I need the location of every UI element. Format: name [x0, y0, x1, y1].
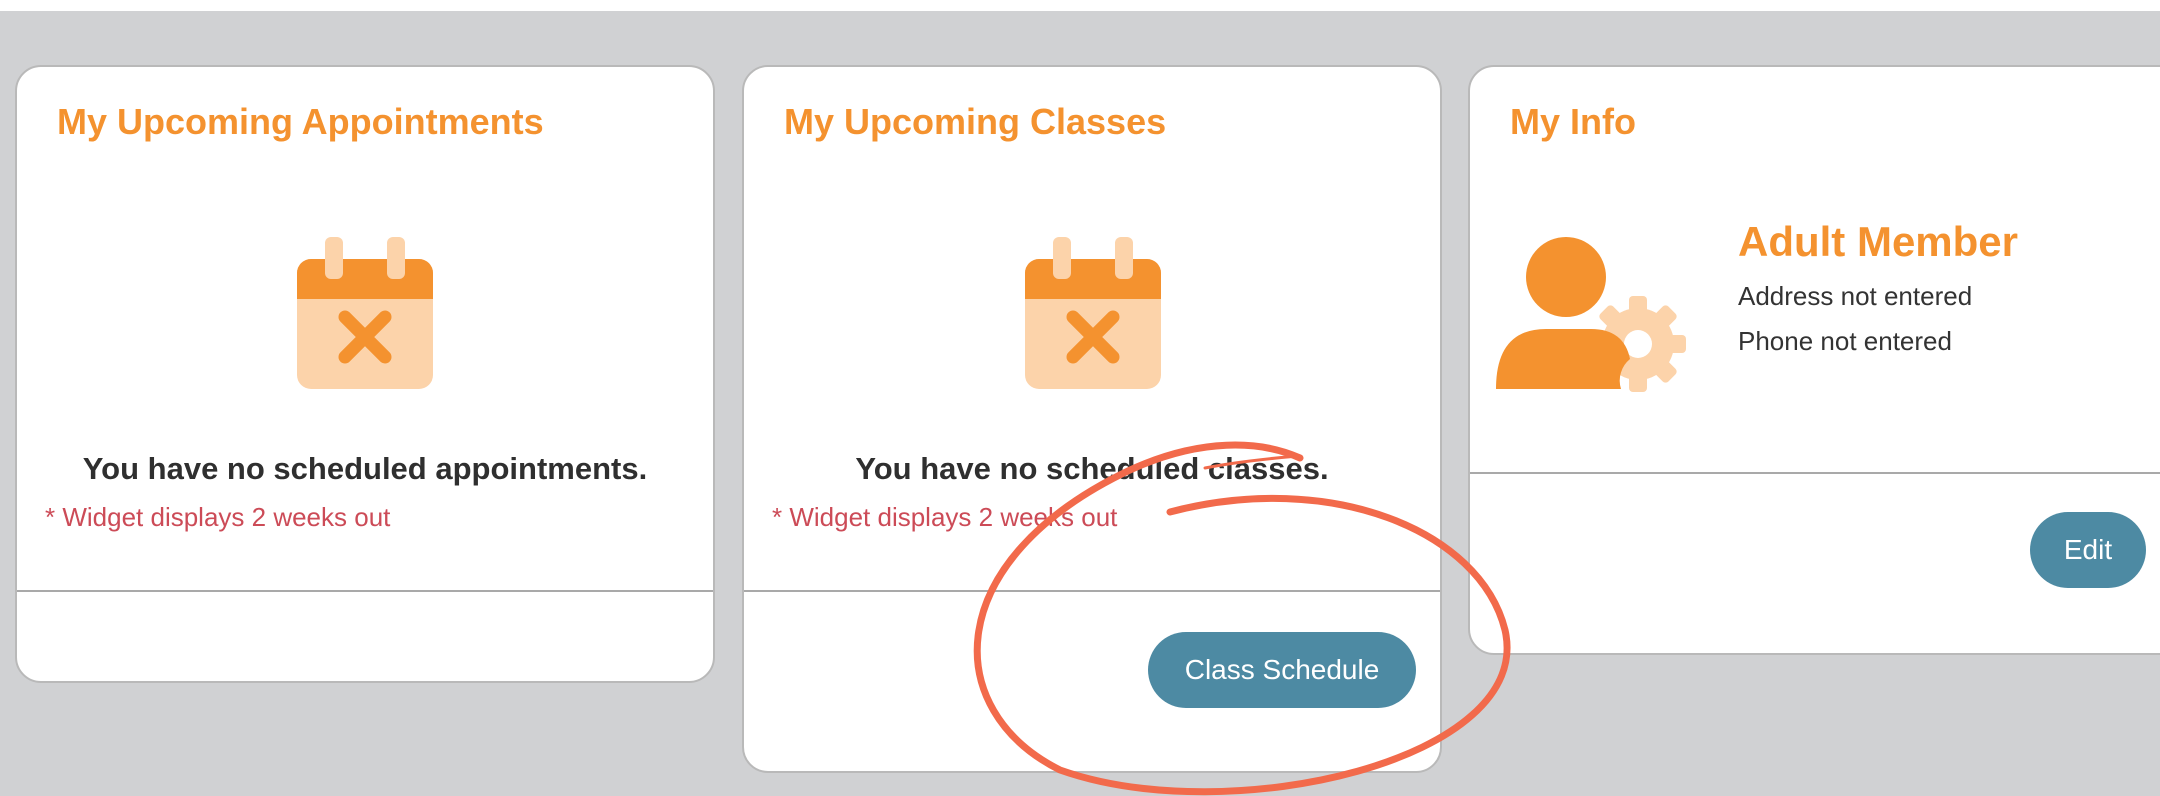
my-info-title: My Info	[1510, 101, 1636, 142]
appointments-divider	[17, 590, 713, 592]
address-text: Address not entered	[1738, 281, 1973, 311]
top-bar	[0, 0, 2160, 11]
my-info-divider	[1470, 472, 2160, 474]
calendar-x-icon	[297, 237, 433, 389]
classes-title: My Upcoming Classes	[784, 101, 1167, 142]
phone-text: Phone not entered	[1738, 326, 1952, 356]
appointments-card: My Upcoming Appointments You have no sch…	[15, 65, 715, 683]
member-type: Adult Member	[1738, 218, 2019, 265]
classes-note: * Widget displays 2 weeks out	[772, 502, 1118, 532]
classes-empty-message: You have no scheduled classes.	[855, 451, 1329, 486]
appointments-note: * Widget displays 2 weeks out	[45, 502, 391, 532]
classes-divider	[744, 590, 1440, 592]
classes-card: My Upcoming Classes You have no schedule…	[742, 65, 1442, 773]
class-schedule-button[interactable]: Class Schedule	[1148, 632, 1416, 708]
appointments-empty-message: You have no scheduled appointments.	[82, 451, 648, 486]
calendar-x-icon	[1025, 237, 1161, 389]
appointments-title: My Upcoming Appointments	[57, 101, 544, 142]
edit-button[interactable]: Edit	[2030, 512, 2146, 588]
user-gear-icon	[1496, 237, 1686, 392]
